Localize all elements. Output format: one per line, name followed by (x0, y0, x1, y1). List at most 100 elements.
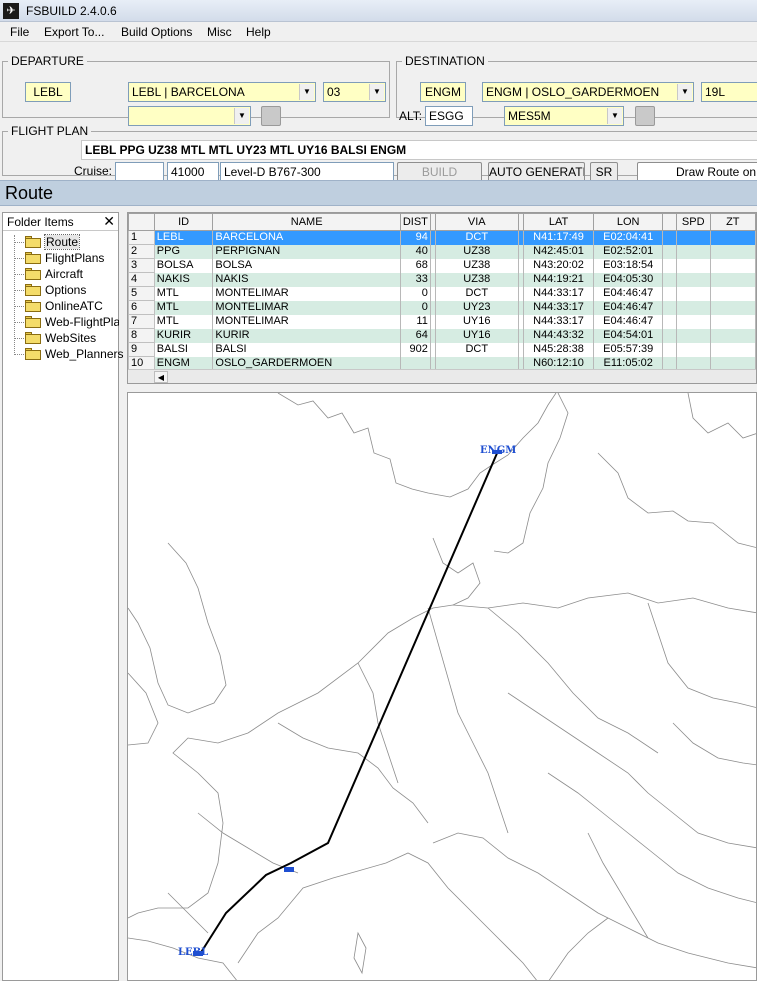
folder-panel-title: Folder Items (7, 215, 74, 229)
chevron-down-icon[interactable]: ▼ (677, 84, 692, 100)
cell-spd (676, 328, 711, 343)
coastline (277, 393, 493, 498)
folder-item-options[interactable]: Options (3, 282, 119, 298)
folder-item-flightplans[interactable]: FlightPlans (3, 250, 119, 266)
folder-item-web-planners[interactable]: Web_Planners (3, 346, 124, 362)
menu-help[interactable]: Help (246, 25, 271, 39)
folder-item-onlineatc[interactable]: OnlineATC (3, 298, 119, 314)
departure-sid-select[interactable]: ▼ (128, 106, 251, 126)
cell-via: UY16 (435, 328, 519, 343)
cell-lon: E04:54:01 (593, 328, 664, 343)
auto-generate-button[interactable]: AUTO GENERATE (488, 162, 585, 182)
cell-lon: E04:05:30 (593, 272, 664, 287)
cell-lat: N44:33:17 (523, 300, 595, 315)
table-row[interactable]: 9 BALSI BALSI 902 DCT N45:28:38 E05:57:3… (128, 342, 756, 357)
table-row[interactable]: 1 LEBL BARCELONA 94 DCT N41:17:49 E02:04… (128, 230, 756, 245)
flight-plan-route-field[interactable]: LEBL PPG UZ38 MTL MTL UY23 MTL UY16 BALS… (81, 140, 757, 160)
column-header-dist[interactable]: DIST (399, 213, 431, 231)
row-number: 1 (128, 230, 155, 245)
horizontal-scrollbar[interactable]: ◀ (128, 369, 756, 383)
cell-spacer (662, 314, 677, 329)
waypoint-marker (284, 867, 294, 872)
column-header-id[interactable]: ID (153, 213, 214, 231)
chevron-down-icon[interactable]: ▼ (234, 108, 249, 124)
cell-spacer (662, 230, 677, 245)
cell-spacer (662, 272, 677, 287)
departure-airport-select[interactable]: LEBL | BARCELONA ▼ (128, 82, 316, 102)
cruise-speed-field[interactable] (115, 162, 164, 182)
cell-id: BALSI (154, 342, 214, 357)
chevron-down-icon[interactable]: ▼ (299, 84, 314, 100)
column-header-via[interactable]: VIA (434, 213, 519, 231)
cell-lat: N45:28:38 (523, 342, 595, 357)
column-header-lon[interactable]: LON (593, 213, 664, 231)
aircraft-field[interactable]: Level-D B767-300 (220, 162, 394, 182)
sr-button[interactable]: SR (590, 162, 618, 182)
departure-runway-select[interactable]: 03 ▼ (323, 82, 386, 102)
column-header-spd[interactable]: SPD (675, 213, 711, 231)
close-icon[interactable]: ✕ (103, 213, 115, 230)
title-bar: ✈ FSBUILD 2.4.0.6 (0, 0, 757, 22)
cell-name: PERPIGNAN (212, 244, 401, 259)
table-row[interactable]: 5 MTL MONTELIMAR 0 DCT N44:33:17 E04:46:… (128, 286, 756, 301)
departure-legend: DEPARTURE (11, 54, 84, 68)
chevron-down-icon[interactable]: ▼ (369, 84, 384, 100)
destination-airport-select[interactable]: ENGM | OSLO_GARDERMOEN ▼ (482, 82, 694, 102)
destination-runway-value: 19L (705, 85, 726, 99)
cell-lon: E05:57:39 (593, 342, 664, 357)
table-row[interactable]: 4 NAKIS NAKIS 33 UZ38 N44:19:21 E04:05:3… (128, 272, 756, 287)
cell-via: DCT (435, 342, 519, 357)
alternate-icao-field[interactable]: ESGG (425, 106, 473, 126)
cell-zt (710, 230, 756, 245)
departure-sid-button[interactable] (261, 106, 281, 126)
destination-marker[interactable]: ENGM (480, 445, 516, 456)
route-map[interactable]: LEBL ENGM (127, 392, 757, 981)
column-header-lat[interactable]: LAT (522, 213, 595, 231)
coastline (353, 931, 367, 975)
menu-export-to[interactable]: Export To... (44, 25, 104, 39)
departure-marker[interactable]: LEBL (178, 947, 208, 958)
folder-item-websites[interactable]: WebSites (3, 330, 119, 346)
draw-route-on-map-button[interactable]: Draw Route on M (637, 162, 757, 182)
destination-runway-select[interactable]: 19L (701, 82, 757, 102)
folder-item-aircraft[interactable]: Aircraft (3, 266, 119, 282)
table-row[interactable]: 3 BOLSA BOLSA 68 UZ38 N43:20:02 E03:18:5… (128, 258, 756, 273)
destination-icao-field[interactable]: ENGM (420, 82, 466, 102)
cruise-altitude-field[interactable]: 41000 (167, 162, 219, 182)
folder-item-label: WebSites (45, 331, 97, 345)
cell-spd (676, 244, 711, 259)
table-row[interactable]: 2 PPG PERPIGNAN 40 UZ38 N42:45:01 E02:52… (128, 244, 756, 259)
tree-connector (14, 338, 24, 339)
folder-icon (25, 332, 41, 344)
cell-spd (676, 286, 711, 301)
route-line (199, 450, 499, 955)
build-button[interactable]: BUILD (397, 162, 482, 182)
tree-connector (14, 258, 24, 259)
menu-build-options[interactable]: Build Options (121, 25, 192, 39)
table-row[interactable]: 6 MTL MONTELIMAR 0 UY23 N44:33:17 E04:46… (128, 300, 756, 315)
column-header-name[interactable]: NAME (212, 213, 401, 231)
cell-dist: 68 (400, 258, 431, 273)
column-header-zt[interactable]: ZT (709, 213, 756, 231)
cell-zt (710, 272, 756, 287)
scroll-left-icon[interactable]: ◀ (154, 371, 168, 383)
destination-star-button[interactable] (635, 106, 655, 126)
cell-spacer (662, 244, 677, 259)
departure-icao-field[interactable]: LEBL (25, 82, 71, 102)
cell-id: MTL (154, 314, 214, 329)
destination-map-label: ENGM (480, 445, 516, 456)
cell-name: MONTELIMAR (212, 314, 401, 329)
table-header-row: ID NAME DIST VIA LAT LON SPD ZT (128, 213, 756, 231)
folder-item-route[interactable]: Route (3, 234, 119, 250)
destination-star-select[interactable]: MES5M ▼ (504, 106, 624, 126)
folder-item-web-flightplans[interactable]: Web-FlightPlans (3, 314, 119, 330)
table-row[interactable]: 8 KURIR KURIR 64 UY16 N44:43:32 E04:54:0… (128, 328, 756, 343)
table-row[interactable]: 7 MTL MONTELIMAR 11 UY16 N44:33:17 E04:4… (128, 314, 756, 329)
cell-dist: 64 (400, 328, 431, 343)
chevron-down-icon[interactable]: ▼ (607, 108, 622, 124)
menu-file[interactable]: File (10, 25, 29, 39)
cell-name: NAKIS (212, 272, 401, 287)
tree-connector (14, 354, 24, 355)
departure-airport-value: LEBL | BARCELONA (132, 85, 245, 99)
menu-misc[interactable]: Misc (207, 25, 232, 39)
